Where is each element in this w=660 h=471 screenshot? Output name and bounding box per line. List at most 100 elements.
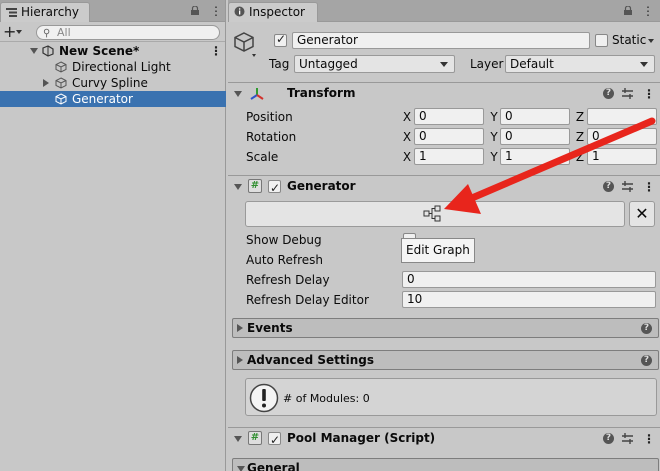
add-dropdown-icon[interactable]: [16, 30, 22, 34]
curvy-expand-icon[interactable]: [43, 79, 49, 87]
pool-manager-enabled-checkbox[interactable]: [268, 430, 281, 451]
scale-x-field[interactable]: 1: [414, 148, 484, 165]
scale-y-value: 1: [505, 149, 513, 163]
events-fold-icon[interactable]: [237, 324, 243, 332]
scale-z-field[interactable]: 1: [587, 148, 657, 165]
generator-enabled-checkbox[interactable]: [268, 178, 281, 199]
hierarchy-item-curvy-spline[interactable]: Curvy Spline: [0, 75, 226, 91]
scale-y-field[interactable]: 1: [500, 148, 570, 165]
events-foldout[interactable]: Events ?: [232, 318, 659, 338]
close-button[interactable]: ✕: [629, 201, 655, 227]
scale-z-value: 1: [592, 149, 600, 163]
modules-count-text: # of Modules: 0: [283, 392, 370, 405]
position-y-field[interactable]: 0: [500, 108, 570, 125]
graph-icon: [423, 205, 441, 222]
presets-icon[interactable]: [622, 88, 633, 99]
add-icon[interactable]: +: [3, 22, 16, 41]
gameobject-cube-icon: [55, 77, 67, 89]
transform-axes-icon: [250, 88, 264, 100]
gameobject-icon[interactable]: [233, 31, 257, 57]
hierarchy-item-directional-light[interactable]: Directional Light: [0, 59, 226, 75]
help-icon[interactable]: ?: [603, 88, 614, 99]
pool-manager-menu-icon[interactable]: ⋮: [643, 433, 655, 445]
layer-value: Default: [510, 57, 554, 71]
inspector-tab-label: Inspector: [249, 5, 305, 19]
help-icon[interactable]: ?: [641, 355, 652, 366]
position-x-field[interactable]: 0: [414, 108, 484, 125]
position-z-field[interactable]: [587, 108, 657, 125]
refresh-delay-value: 0: [407, 272, 415, 286]
pool-manager-fold-icon[interactable]: [234, 436, 242, 442]
tooltip-text: Edit Graph: [406, 243, 470, 257]
refresh-delay-editor-label: Refresh Delay Editor: [246, 293, 369, 307]
generator-title: Generator: [287, 179, 356, 193]
rotation-label: Rotation: [246, 130, 297, 144]
pool-manager-title: Pool Manager (Script): [287, 431, 436, 445]
refresh-delay-field[interactable]: 0: [402, 271, 656, 288]
hierarchy-item-label: Directional Light: [72, 60, 171, 74]
generator-menu-icon[interactable]: ⋮: [643, 181, 655, 193]
close-icon: ✕: [635, 204, 649, 223]
help-icon[interactable]: ?: [603, 181, 614, 192]
refresh-delay-editor-field[interactable]: 10: [402, 291, 656, 308]
rotation-x-field[interactable]: 0: [414, 128, 484, 145]
hierarchy-item-generator[interactable]: Generator: [0, 91, 226, 107]
axis-z-label: Z: [575, 150, 585, 164]
layer-label: Layer: [470, 57, 504, 71]
unity-scene-icon: [42, 45, 54, 57]
hierarchy-tab[interactable]: Hierarchy: [0, 2, 90, 22]
inspector-panel: Inspector ⋮ Generator Static Tag Untagge…: [228, 0, 660, 471]
transform-fold-icon[interactable]: [234, 91, 242, 97]
advanced-settings-foldout[interactable]: Advanced Settings ?: [232, 350, 659, 370]
help-icon[interactable]: ?: [603, 433, 614, 444]
axis-x-label: X: [402, 150, 412, 164]
hierarchy-search-placeholder: All: [57, 26, 71, 39]
advanced-fold-icon[interactable]: [237, 356, 243, 364]
tag-dropdown[interactable]: Untagged: [294, 55, 455, 73]
object-name-field[interactable]: Generator: [292, 32, 590, 49]
axis-y-label: Y: [490, 110, 498, 124]
hierarchy-list-icon: [6, 8, 17, 17]
edit-graph-button[interactable]: [245, 201, 625, 227]
layer-dropdown[interactable]: Default: [505, 55, 655, 73]
static-checkbox[interactable]: [595, 34, 608, 47]
lock-icon[interactable]: [624, 6, 632, 15]
hierarchy-panel: Hierarchy ⋮ + ⚲ All New Scene* ⋮ Directi…: [0, 0, 226, 471]
transform-title: Transform: [287, 86, 356, 100]
general-label: General: [247, 461, 300, 471]
rotation-x-value: 0: [419, 129, 427, 143]
scene-menu-icon[interactable]: ⋮: [210, 45, 222, 57]
generator-header[interactable]: # Generator ? ⋮: [228, 175, 660, 199]
lock-icon[interactable]: [191, 6, 199, 15]
presets-icon[interactable]: [622, 433, 633, 444]
pool-manager-header[interactable]: # Pool Manager (Script) ? ⋮: [228, 427, 660, 451]
general-foldout[interactable]: General: [232, 458, 659, 471]
inspector-menu-icon[interactable]: ⋮: [642, 5, 654, 17]
transform-menu-icon[interactable]: ⋮: [643, 88, 655, 100]
show-debug-label: Show Debug: [246, 233, 322, 247]
transform-header[interactable]: Transform ? ⋮: [228, 82, 660, 104]
edit-graph-tooltip: Edit Graph: [401, 238, 475, 263]
hierarchy-tab-label: Hierarchy: [21, 5, 80, 19]
inspector-tab[interactable]: Inspector: [228, 2, 318, 22]
position-label: Position: [246, 110, 293, 124]
rotation-z-field[interactable]: 0: [587, 128, 657, 145]
hierarchy-item-label: Generator: [72, 92, 133, 106]
presets-icon[interactable]: [622, 181, 633, 192]
position-y-value: 0: [505, 109, 513, 123]
refresh-delay-label: Refresh Delay: [246, 273, 330, 287]
rotation-y-field[interactable]: 0: [500, 128, 570, 145]
scene-expand-icon[interactable]: [30, 48, 38, 54]
help-icon[interactable]: ?: [641, 323, 652, 334]
hierarchy-search-input[interactable]: ⚲ All: [36, 25, 220, 40]
static-label: Static: [612, 33, 647, 47]
general-fold-icon[interactable]: [237, 466, 245, 471]
hierarchy-item-scene[interactable]: New Scene* ⋮: [0, 43, 226, 59]
axis-z-label: Z: [575, 110, 585, 124]
gameobject-cube-icon: [55, 93, 67, 105]
hierarchy-menu-icon[interactable]: ⋮: [210, 5, 222, 17]
generator-fold-icon[interactable]: [234, 184, 242, 190]
active-checkbox[interactable]: [274, 32, 287, 47]
tag-value: Untagged: [299, 57, 358, 71]
static-dropdown-icon[interactable]: [648, 39, 654, 43]
